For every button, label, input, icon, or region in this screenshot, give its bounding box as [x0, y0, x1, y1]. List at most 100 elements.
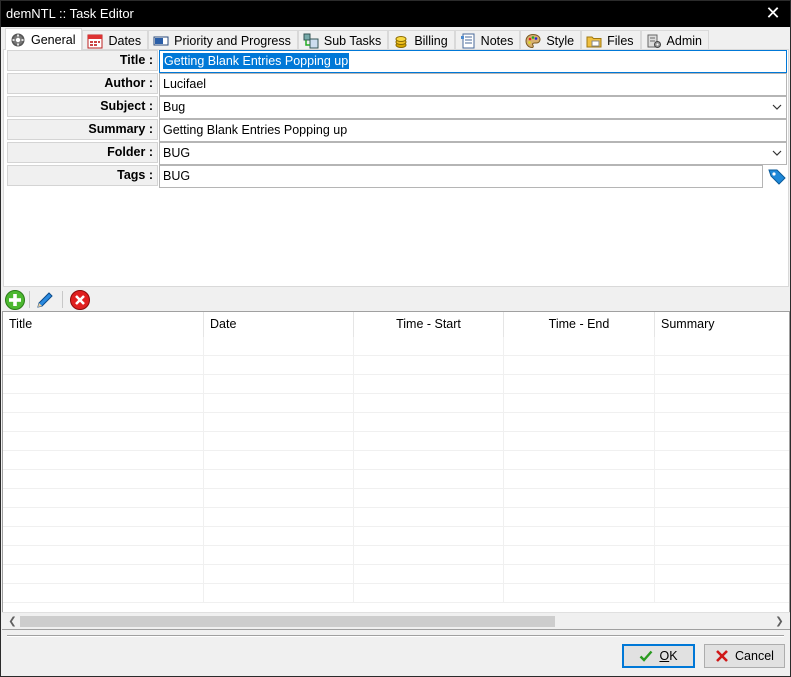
- table-row[interactable]: [3, 432, 789, 451]
- table-cell: [504, 527, 655, 546]
- title-field[interactable]: Getting Blank Entries Popping up: [159, 50, 787, 73]
- grid-body: [3, 337, 789, 603]
- general-panel: Title : Getting Blank Entries Popping up…: [3, 49, 789, 287]
- table-cell: [354, 508, 504, 527]
- table-cell: [504, 451, 655, 470]
- folder-dropdown[interactable]: BUG: [159, 142, 787, 165]
- tags-row: Tags : BUG: [7, 165, 787, 188]
- table-cell: [204, 337, 354, 356]
- table-cell: [655, 508, 789, 527]
- tab-dates[interactable]: Dates: [82, 30, 149, 50]
- tab-label: Sub Tasks: [323, 33, 382, 48]
- folder-row: Folder : BUG: [7, 142, 787, 165]
- tags-field[interactable]: BUG: [159, 165, 763, 188]
- delete-icon[interactable]: [69, 289, 91, 311]
- table-cell: [204, 451, 354, 470]
- table-row[interactable]: [3, 356, 789, 375]
- table-cell: [354, 470, 504, 489]
- folder-icon: [586, 33, 602, 49]
- pencil-icon[interactable]: [34, 289, 56, 311]
- table-row[interactable]: [3, 337, 789, 356]
- author-field[interactable]: Lucifael: [159, 73, 787, 96]
- table-row[interactable]: [3, 565, 789, 584]
- table-row[interactable]: [3, 508, 789, 527]
- x-icon: [716, 650, 728, 662]
- scroll-left-icon[interactable]: ❮: [4, 613, 21, 630]
- table-cell: [655, 489, 789, 508]
- table-row[interactable]: [3, 375, 789, 394]
- tab-general[interactable]: General: [5, 28, 83, 50]
- author-label: Author :: [7, 73, 158, 94]
- table-cell: [3, 432, 204, 451]
- column-header-summary[interactable]: Summary: [655, 312, 789, 337]
- table-row[interactable]: [3, 413, 789, 432]
- summary-field[interactable]: Getting Blank Entries Popping up: [159, 119, 787, 142]
- tag-icon[interactable]: [767, 166, 787, 186]
- table-cell: [3, 527, 204, 546]
- table-cell: [354, 546, 504, 565]
- table-cell: [655, 546, 789, 565]
- table-row[interactable]: [3, 470, 789, 489]
- tags-label: Tags :: [7, 165, 158, 186]
- table-cell: [204, 470, 354, 489]
- add-icon[interactable]: [4, 289, 26, 311]
- tab-label: Notes: [480, 33, 514, 48]
- summary-row: Summary : Getting Blank Entries Popping …: [7, 119, 787, 142]
- table-cell: [354, 432, 504, 451]
- scroll-thumb[interactable]: [20, 616, 555, 627]
- tab-sub-tasks[interactable]: Sub Tasks: [297, 30, 389, 50]
- horizontal-scrollbar[interactable]: ❮ ❯: [2, 612, 790, 629]
- table-cell: [504, 546, 655, 565]
- table-cell: [504, 337, 655, 356]
- divider: [7, 635, 784, 637]
- tab-label: General: [31, 32, 76, 47]
- column-header-title[interactable]: Title: [3, 312, 204, 337]
- tab-admin[interactable]: Admin: [640, 30, 709, 50]
- table-cell: [354, 451, 504, 470]
- scroll-right-icon[interactable]: ❯: [771, 613, 788, 630]
- table-cell: [3, 508, 204, 527]
- table-cell: [204, 489, 354, 508]
- ok-button[interactable]: OK: [622, 644, 695, 668]
- table-row[interactable]: [3, 394, 789, 413]
- cancel-button[interactable]: Cancel: [704, 644, 785, 668]
- table-row[interactable]: [3, 451, 789, 470]
- table-cell: [204, 546, 354, 565]
- table-cell: [354, 394, 504, 413]
- table-row[interactable]: [3, 546, 789, 565]
- table-row[interactable]: [3, 584, 789, 603]
- column-header-date[interactable]: Date: [204, 312, 354, 337]
- column-header-time-start[interactable]: Time - Start: [354, 312, 504, 337]
- table-cell: [3, 584, 204, 603]
- close-icon[interactable]: ✕: [762, 3, 784, 25]
- subject-dropdown[interactable]: Bug: [159, 96, 787, 119]
- subject-value: Bug: [163, 100, 186, 114]
- tab-files[interactable]: Files: [581, 30, 641, 50]
- client-area: General Dates Priority and Progress Sub …: [1, 27, 790, 676]
- table-cell: [504, 508, 655, 527]
- window-title: demNTL :: Task Editor: [6, 6, 134, 21]
- table-cell: [204, 413, 354, 432]
- table-cell: [354, 356, 504, 375]
- column-header-time-end[interactable]: Time - End: [504, 312, 655, 337]
- table-cell: [504, 470, 655, 489]
- title-value: Getting Blank Entries Popping up: [163, 53, 350, 69]
- tab-label: Files: [607, 33, 634, 48]
- table-cell: [504, 489, 655, 508]
- tab-billing[interactable]: Billing: [388, 30, 455, 50]
- tab-notes[interactable]: Notes: [454, 30, 521, 50]
- table-cell: [354, 375, 504, 394]
- table-cell: [504, 375, 655, 394]
- subject-row: Subject : Bug: [7, 96, 787, 119]
- progress-icon: [153, 33, 169, 49]
- table-cell: [655, 375, 789, 394]
- table-cell: [204, 508, 354, 527]
- subtask-grid[interactable]: Title Date Time - Start Time - End Summa…: [2, 311, 790, 630]
- tab-style[interactable]: Style: [520, 30, 582, 50]
- chevron-down-icon: [772, 104, 782, 110]
- table-cell: [204, 432, 354, 451]
- table-row[interactable]: [3, 527, 789, 546]
- tab-priority-and-progress[interactable]: Priority and Progress: [148, 30, 298, 50]
- table-row[interactable]: [3, 489, 789, 508]
- checkmark-icon: [640, 650, 653, 662]
